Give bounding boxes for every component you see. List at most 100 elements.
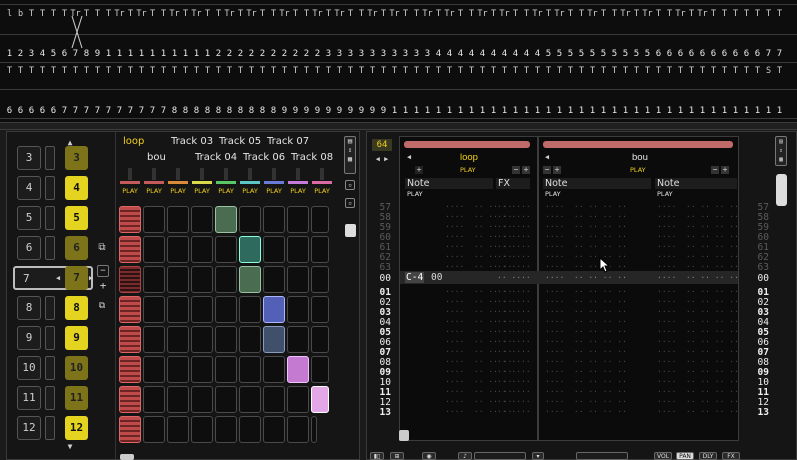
matrix-cell[interactable]: T [268, 63, 279, 79]
matrix-cell[interactable]: 1 [444, 103, 455, 119]
matrix-cell[interactable]: 9 [356, 103, 367, 119]
scene-stop-slot[interactable] [45, 236, 55, 260]
empty-pattern-cell[interactable]: ·· ···· [497, 297, 531, 306]
matrix-cell[interactable]: 8 [257, 103, 268, 119]
matrix-cell[interactable]: T [92, 6, 103, 22]
clip-slot[interactable] [239, 266, 261, 293]
matrix-cell[interactable]: 3 [367, 46, 378, 62]
matrix-cell[interactable]: T [356, 63, 367, 79]
collapse-icon[interactable]: ▫ [345, 180, 355, 190]
matrix-cell[interactable]: 8 [246, 103, 257, 119]
matrix-cell[interactable]: T [664, 6, 675, 22]
matrix-cell[interactable]: 1 [620, 103, 631, 119]
matrix-cell[interactable]: 7 [125, 103, 136, 119]
editor-horizontal-scrollbar-thumb[interactable] [399, 430, 409, 441]
matrix-cell[interactable]: 1 [587, 103, 598, 119]
empty-pattern-cell[interactable]: ·· ···· [497, 327, 531, 336]
matrix-cell[interactable]: 4 [466, 46, 477, 62]
matrix-cell[interactable]: T [180, 63, 191, 79]
clip-slot[interactable] [119, 206, 141, 233]
matrix-cell[interactable]: 4 [532, 46, 543, 62]
empty-pattern-cell[interactable]: ···· ·· ·· ·· ·· [657, 287, 739, 296]
matrix-cell[interactable]: 8 [235, 103, 246, 119]
matrix-cell[interactable]: T [257, 6, 268, 22]
matrix-cell[interactable]: 5 [642, 46, 653, 62]
matrix-cell[interactable]: T [455, 6, 466, 22]
matrix-cell[interactable]: 1 [180, 46, 191, 62]
matrix-cell[interactable]: T [235, 63, 246, 79]
matrix-cell[interactable]: T [114, 63, 125, 79]
matrix-cell[interactable]: T [59, 63, 70, 79]
matrix-cell[interactable]: T [26, 6, 37, 22]
matrix-cell[interactable]: Tr [697, 6, 708, 22]
matrix-cell[interactable]: T [774, 6, 785, 22]
matrix-cell[interactable]: T [356, 6, 367, 22]
pattern-length-arrows-icon[interactable]: ◀ ▶ [371, 153, 393, 165]
clip-slot[interactable] [119, 236, 141, 263]
matrix-cell[interactable]: 2 [213, 46, 224, 62]
matrix-cell[interactable]: T [103, 6, 114, 22]
add-column-icon[interactable]: + [721, 166, 729, 174]
matrix-cell[interactable]: 8 [224, 103, 235, 119]
matrix-cell[interactable]: 1 [455, 103, 466, 119]
clip-slot[interactable] [167, 206, 189, 233]
clip-slot[interactable] [215, 296, 237, 323]
matrix-cell[interactable]: T [213, 6, 224, 22]
expand-icon[interactable]: ▫ [345, 198, 355, 208]
matrix-cell[interactable]: T [686, 63, 697, 79]
matrix-cell[interactable]: T [257, 63, 268, 79]
matrix-cell[interactable]: 7 [136, 103, 147, 119]
matrix-cell[interactable]: 9 [301, 103, 312, 119]
clip-slot[interactable] [311, 326, 329, 353]
matrix-cell[interactable]: T [609, 63, 620, 79]
matrix-cell[interactable]: 5 [543, 46, 554, 62]
empty-pattern-cell[interactable]: ···· ·· ·· ·· ·· [657, 212, 739, 221]
clip-slot[interactable] [143, 296, 165, 323]
column-header-fx[interactable]: FX [496, 178, 530, 189]
matrix-cell[interactable]: 2 [246, 46, 257, 62]
matrix-cell[interactable]: 8 [180, 103, 191, 119]
clip-slot[interactable] [287, 386, 309, 413]
matrix-cell[interactable]: Tr [312, 6, 323, 22]
matrix-cell[interactable]: T [664, 63, 675, 79]
matrix-cell[interactable]: 7 [92, 103, 103, 119]
clip-slot[interactable] [119, 326, 141, 353]
matrix-cell[interactable]: 1 [576, 103, 587, 119]
scene-clone-icon[interactable]: ⧉ [96, 300, 108, 312]
empty-pattern-cell[interactable]: ···· ·· ·· ·· ·· [545, 307, 627, 316]
matrix-cell[interactable]: T [37, 6, 48, 22]
matrix-cell[interactable]: Tr [389, 6, 400, 22]
matrix-cell[interactable]: T [48, 6, 59, 22]
empty-pattern-cell[interactable]: ···· ·· ·· ·· ·· [657, 357, 739, 366]
matrix-cell[interactable]: T [763, 6, 774, 22]
matrix-cell[interactable]: 3 [411, 46, 422, 62]
matrix-cell[interactable]: 1 [686, 103, 697, 119]
matrix-cell[interactable]: Tr [334, 6, 345, 22]
empty-pattern-cell[interactable]: ···· ·· ·· ·· ·· [657, 297, 739, 306]
empty-pattern-cell[interactable]: ·· ···· [497, 317, 531, 326]
matrix-cell[interactable]: 1 [422, 103, 433, 119]
matrix-cell[interactable]: T [224, 63, 235, 79]
empty-pattern-cell[interactable]: ·· ···· [497, 347, 531, 356]
scene-launch-button[interactable]: 10 [65, 356, 88, 380]
matrix-cell[interactable]: T [312, 63, 323, 79]
matrix-cell[interactable]: 4 [37, 46, 48, 62]
matrix-cell[interactable]: 4 [510, 46, 521, 62]
scene-number[interactable]: 5 [17, 206, 41, 230]
matrix-cell[interactable]: 8 [268, 103, 279, 119]
clip-slot[interactable] [215, 206, 237, 233]
matrix-cell[interactable]: 3 [26, 46, 37, 62]
dropdown-icon[interactable]: ▾ [532, 452, 544, 460]
empty-pattern-cell[interactable]: ···· ·· ·· ·· ·· [657, 407, 739, 416]
matrix-cell[interactable]: Tr [587, 6, 598, 22]
empty-pattern-cell[interactable]: ···· ·· ·· ·· ·· [657, 377, 739, 386]
matrix-cell[interactable]: T [521, 63, 532, 79]
empty-pattern-cell[interactable]: ···· ·· ·· ·· ·· [545, 212, 627, 221]
editor-vertical-scrollbar-thumb[interactable] [776, 174, 787, 206]
clip-slot[interactable] [287, 296, 309, 323]
clip-slot[interactable] [263, 266, 285, 293]
column-dly-button[interactable]: DLY [699, 452, 717, 460]
matrix-cell[interactable]: T [565, 63, 576, 79]
matrix-cell[interactable]: 6 [48, 103, 59, 119]
track-layout-toggle[interactable]: ▤ ⇕ ▦ [344, 136, 356, 174]
